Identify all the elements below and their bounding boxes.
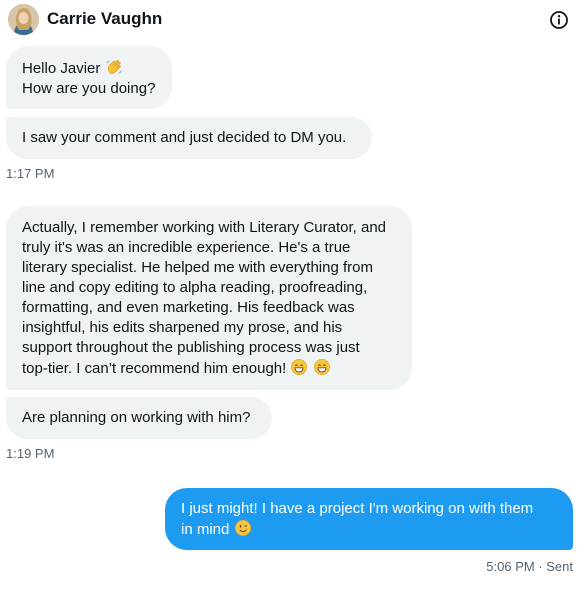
message-text: I saw your comment and just decided to D… xyxy=(22,129,347,146)
profile-photo-icon xyxy=(8,4,39,35)
message-text: in mind xyxy=(181,519,557,540)
message-bubble[interactable]: I saw your comment and just decided to D… xyxy=(6,117,372,159)
conversation-header: Carrie Vaughn xyxy=(0,0,587,40)
waving-hand-icon xyxy=(105,60,122,74)
message-bubble-sent[interactable]: I just might! I have a project I'm worki… xyxy=(165,488,573,550)
message-text: formatting, and even marketing. His feed… xyxy=(22,299,355,316)
message-bubble[interactable]: Are planning on working with him? xyxy=(6,397,272,439)
message-text: line and copy editing to alpha reading, … xyxy=(22,279,368,296)
message-text: I just might! I have a project I'm worki… xyxy=(181,500,534,517)
timestamp: 1:19 PM xyxy=(6,446,55,461)
timestamp-sent-status: 5:06 PM · Sent xyxy=(486,559,573,574)
message-text: support throughout the publishing proces… xyxy=(22,339,360,356)
message-text: literary specialist. He helped me with e… xyxy=(22,259,373,276)
timestamp: 1:17 PM xyxy=(6,166,55,181)
avatar[interactable] xyxy=(8,4,39,35)
dm-conversation: Carrie Vaughn Hello Javier How are you d… xyxy=(0,0,587,608)
message-text: top-tier. I can’t recommend him enough! xyxy=(22,358,396,379)
message-text: Are planning on working with him? xyxy=(22,409,251,426)
grinning-face-icon xyxy=(313,359,330,375)
message-text: truly it's was an incredible experience.… xyxy=(22,239,351,256)
info-icon xyxy=(550,11,568,29)
info-button[interactable] xyxy=(549,10,569,30)
message-bubble[interactable]: Hello Javier How are you doing? xyxy=(6,46,172,109)
message-text: Actually, I remember working with Litera… xyxy=(22,219,387,236)
message-bubble[interactable]: Actually, I remember working with Litera… xyxy=(6,206,412,390)
contact-name[interactable]: Carrie Vaughn xyxy=(47,9,162,29)
message-text: insightful, his edits sharpened my prose… xyxy=(22,319,343,336)
message-text: Hello Javier xyxy=(22,58,156,79)
winking-face-icon xyxy=(234,520,251,536)
message-text: How are you doing? xyxy=(22,80,156,97)
grinning-face-icon xyxy=(291,359,308,375)
